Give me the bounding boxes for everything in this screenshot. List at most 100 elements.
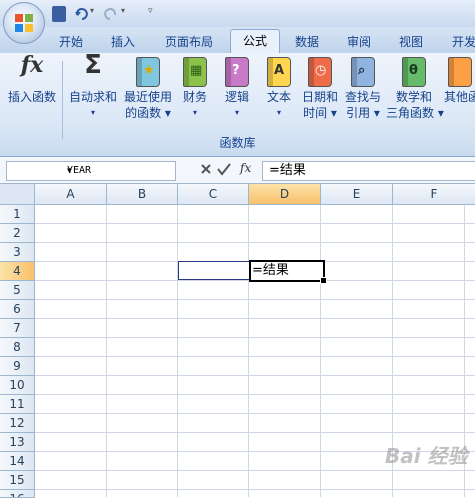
row-header-9[interactable]: 9 <box>0 357 35 376</box>
function-library-group-label: 函数库 <box>219 136 256 150</box>
row-header-10[interactable]: 10 <box>0 376 35 395</box>
row-header-1[interactable]: 1 <box>0 205 35 224</box>
gridline <box>35 223 475 224</box>
recent-functions-book-icon: ★ <box>136 57 160 87</box>
autosum-label: 自动求和 <box>68 90 117 104</box>
gridline <box>35 299 475 300</box>
active-cell-content: =结果 <box>252 263 289 278</box>
select-all-corner[interactable] <box>0 184 35 205</box>
recent-functions-label: 最近使用 <box>123 90 172 104</box>
active-cell-d4[interactable]: =结果 <box>249 260 327 284</box>
more-functions-button[interactable]: 其他函 <box>444 57 475 105</box>
tab-insert[interactable]: 插入 <box>102 31 144 53</box>
row-header-3[interactable]: 3 <box>0 243 35 262</box>
column-header-e[interactable]: E <box>321 184 393 205</box>
math-trig-label-2: 三角函数 ▾ <box>386 106 444 120</box>
gridline <box>35 394 475 395</box>
gridline <box>106 205 107 497</box>
insert-function-button[interactable]: fx 插入函数 <box>4 52 60 105</box>
financial-button[interactable]: ▦ 财务 ▾ <box>178 57 212 121</box>
formula-controls: fx <box>178 159 256 181</box>
title-bar: ▾ ▾ ▿ <box>0 0 475 27</box>
customize-toolbar-icon[interactable]: ▿ <box>148 6 158 22</box>
lookup-reference-label-2: 引用 ▾ <box>346 106 380 120</box>
tab-formulas[interactable]: 公式 <box>230 29 280 55</box>
more-functions-book-icon <box>447 57 472 87</box>
column-header-d[interactable]: D <box>249 184 321 205</box>
row-header-14[interactable]: 14 <box>0 452 35 471</box>
financial-book-icon: ▦ <box>183 57 207 87</box>
date-time-book-icon: ◷ <box>308 57 332 87</box>
office-logo-icon <box>15 14 33 32</box>
math-trig-button[interactable]: θ 数学和 三角函数 ▾ <box>386 57 444 121</box>
row-header-7[interactable]: 7 <box>0 319 35 338</box>
name-box-dropdown-icon[interactable]: ▼ <box>67 162 172 180</box>
formula-bar: YEAR ▼ fx =结果 <box>0 157 475 184</box>
logical-dropdown-icon[interactable]: ▾ <box>220 105 254 121</box>
row-header-5[interactable]: 5 <box>0 281 35 300</box>
tab-developer[interactable]: 开发 <box>444 31 475 53</box>
text-label: 文本 <box>266 90 291 104</box>
formula-input[interactable]: =结果 <box>262 161 475 181</box>
gridline <box>35 432 475 433</box>
financial-dropdown-icon[interactable]: ▾ <box>178 105 212 121</box>
row-header-2[interactable]: 2 <box>0 224 35 243</box>
autosum-dropdown-icon[interactable]: ▾ <box>66 105 120 121</box>
math-trig-book-icon: θ <box>402 57 426 87</box>
ribbon-formulas-panel: fx 插入函数 Σ 自动求和 ▾ ★ 最近使用 的函数 ▾ ▦ 财务 ▾ ? 逻… <box>0 50 475 157</box>
row-header-11[interactable]: 11 <box>0 395 35 414</box>
undo-dropdown-icon[interactable]: ▾ <box>90 6 98 22</box>
gridline <box>35 356 475 357</box>
recent-functions-label-2: 的函数 ▾ <box>125 106 171 120</box>
text-button[interactable]: A 文本 ▾ <box>262 57 296 121</box>
row-header-15[interactable]: 15 <box>0 471 35 490</box>
logical-book-icon: ? <box>225 57 249 87</box>
insert-function-label: 插入函数 <box>7 90 56 104</box>
gridline <box>35 337 475 338</box>
ribbon-separator <box>62 61 63 139</box>
column-header-f[interactable]: F <box>393 184 475 205</box>
fill-handle[interactable] <box>320 277 327 284</box>
recent-functions-button[interactable]: ★ 最近使用 的函数 ▾ <box>122 57 174 121</box>
column-header-a[interactable]: A <box>35 184 107 205</box>
row-header-6[interactable]: 6 <box>0 300 35 319</box>
enter-icon[interactable] <box>217 163 231 176</box>
gridline <box>35 242 475 243</box>
save-icon[interactable] <box>52 6 66 22</box>
row-header-12[interactable]: 12 <box>0 414 35 433</box>
text-dropdown-icon[interactable]: ▾ <box>262 105 296 121</box>
name-box[interactable]: YEAR ▼ <box>6 161 176 181</box>
ribbon-tab-bar: 开始 插入 页面布局 公式 数据 审阅 视图 开发 <box>0 27 475 55</box>
lookup-reference-button[interactable]: ⌕ 查找与 引用 ▾ <box>342 57 384 121</box>
tab-view[interactable]: 视图 <box>390 31 432 53</box>
sigma-icon: Σ <box>84 50 102 80</box>
row-header-4[interactable]: 4 <box>0 262 35 281</box>
row-header-13[interactable]: 13 <box>0 433 35 452</box>
financial-label: 财务 <box>182 90 207 104</box>
gridline <box>35 318 475 319</box>
tab-page-layout[interactable]: 页面布局 <box>156 31 222 53</box>
math-trig-label: 数学和 <box>395 90 432 104</box>
date-time-label: 日期和 <box>301 90 338 104</box>
row-header-8[interactable]: 8 <box>0 338 35 357</box>
tab-review[interactable]: 审阅 <box>338 31 380 53</box>
cell-c4-highlight[interactable] <box>178 261 250 280</box>
date-time-button[interactable]: ◷ 日期和 时间 ▾ <box>300 57 340 121</box>
watermark-logo: Bai 经验 <box>385 444 468 468</box>
insert-function-icon[interactable]: fx <box>240 161 251 175</box>
undo-icon[interactable] <box>74 6 88 22</box>
logical-label: 逻辑 <box>224 90 249 104</box>
date-time-label-2: 时间 ▾ <box>303 106 337 120</box>
cancel-icon[interactable] <box>201 164 211 174</box>
gridline <box>177 205 178 497</box>
redo-dropdown-icon[interactable]: ▾ <box>121 6 129 22</box>
logical-button[interactable]: ? 逻辑 ▾ <box>220 57 254 121</box>
column-header-c[interactable]: C <box>178 184 249 205</box>
redo-icon[interactable] <box>104 6 118 22</box>
column-header-b[interactable]: B <box>107 184 178 205</box>
autosum-button[interactable]: Σ 自动求和 ▾ <box>66 50 120 121</box>
more-functions-label: 其他函 <box>444 90 475 104</box>
office-button[interactable] <box>3 2 45 44</box>
tab-data[interactable]: 数据 <box>286 31 328 53</box>
fx-icon: fx <box>20 52 44 78</box>
